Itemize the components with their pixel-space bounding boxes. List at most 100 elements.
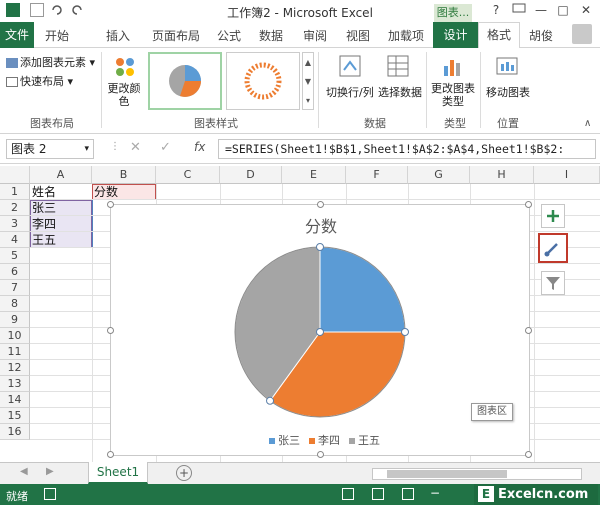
legend-item-1[interactable]: 张三 <box>269 432 300 448</box>
scroll-left-icon[interactable]: ◀ <box>20 466 28 477</box>
row-header[interactable]: 7 <box>0 280 30 296</box>
tab-page-layout[interactable]: 页面布局 <box>152 27 200 44</box>
tab-file[interactable]: 文件 <box>0 22 34 48</box>
row-header[interactable]: 8 <box>0 296 30 312</box>
row-header[interactable]: 4 <box>0 232 30 248</box>
ribbon-display-button[interactable] <box>509 2 529 18</box>
series-selection-handle[interactable] <box>316 243 324 251</box>
add-chart-element-button[interactable]: 添加图表元素 ▾ <box>6 54 95 70</box>
column-header-i[interactable]: I <box>534 166 600 184</box>
column-header-f[interactable]: F <box>346 166 408 184</box>
enter-icon[interactable]: ✓ <box>160 140 171 155</box>
row-header[interactable]: 2 <box>0 200 30 216</box>
page-layout-view-icon[interactable] <box>372 488 384 500</box>
close-button[interactable]: ✕ <box>576 2 596 18</box>
column-header-e[interactable]: E <box>282 166 346 184</box>
series-selection-handle[interactable] <box>316 328 324 336</box>
cell-a2[interactable]: 张三 <box>30 200 92 216</box>
insert-function-icon[interactable]: fx <box>194 140 205 154</box>
save-icon[interactable] <box>30 3 44 17</box>
collapse-ribbon-icon[interactable]: ∧ <box>584 118 591 129</box>
change-chart-type-icon[interactable] <box>441 54 465 78</box>
row-header[interactable]: 5 <box>0 248 30 264</box>
tab-design[interactable]: 设计 <box>433 22 478 48</box>
formula-input[interactable]: =SERIES(Sheet1!$B$1,Sheet1!$A$2:$A$4,She… <box>218 139 596 159</box>
series-selection-handle[interactable] <box>266 396 275 405</box>
column-header-g[interactable]: G <box>408 166 470 184</box>
scrollbar-thumb[interactable] <box>387 470 507 478</box>
pie-slice[interactable] <box>319 246 406 333</box>
select-data-button[interactable]: 选择数据 <box>378 84 422 100</box>
formula-bar: 图表 2 ▾ ⋮ ✕ ✓ fx =SERIES(Sheet1!$B$1,Sheet… <box>0 134 600 164</box>
chart-object[interactable]: 分数 图表区 张三 李四 王五 <box>107 201 532 458</box>
row-header[interactable]: 6 <box>0 264 30 280</box>
column-header-b[interactable]: B <box>92 166 156 184</box>
scroll-right-icon[interactable]: ▶ <box>46 466 54 477</box>
normal-view-icon[interactable] <box>342 488 354 500</box>
legend-item-3[interactable]: 王五 <box>349 432 380 448</box>
tab-formulas[interactable]: 公式 <box>217 27 241 44</box>
tab-format[interactable]: 格式 <box>478 22 520 48</box>
page-break-view-icon[interactable] <box>402 488 414 500</box>
cell-a3[interactable]: 李四 <box>30 216 92 232</box>
macro-record-icon[interactable] <box>44 488 56 500</box>
move-chart-button[interactable]: 移动图表 <box>486 84 530 100</box>
zoom-out-icon[interactable]: − <box>430 486 440 500</box>
tab-review[interactable]: 审阅 <box>303 27 327 44</box>
row-header[interactable]: 1 <box>0 184 30 200</box>
tab-insert[interactable]: 插入 <box>106 27 130 44</box>
chart-elements-button[interactable] <box>541 204 565 228</box>
watermark-text: Excelcn.com <box>498 487 589 502</box>
cell-a4[interactable]: 王五 <box>30 232 92 248</box>
row-header[interactable]: 16 <box>0 424 30 440</box>
column-header-d[interactable]: D <box>220 166 282 184</box>
tab-home[interactable]: 开始 <box>45 27 69 44</box>
user-name[interactable]: 胡俊 <box>529 27 553 44</box>
row-header[interactable]: 12 <box>0 360 30 376</box>
row-header[interactable]: 3 <box>0 216 30 232</box>
switch-row-column-button[interactable]: 切换行/列 <box>326 84 374 100</box>
cell-b1[interactable]: 分数 <box>92 184 156 200</box>
add-sheet-button[interactable]: + <box>176 465 192 481</box>
chart-style-2[interactable] <box>226 52 300 110</box>
move-chart-icon[interactable] <box>495 54 519 78</box>
legend-item-2[interactable]: 李四 <box>309 432 340 448</box>
tab-data[interactable]: 数据 <box>259 27 283 44</box>
row-header[interactable]: 9 <box>0 312 30 328</box>
palette-icon[interactable] <box>112 54 138 80</box>
row-header[interactable]: 10 <box>0 328 30 344</box>
quick-layout-button[interactable]: 快速布局 ▾ <box>6 73 73 89</box>
gallery-scroll[interactable]: ▲ ▼ ▾ <box>302 52 314 110</box>
name-box[interactable]: 图表 2 ▾ <box>6 139 94 159</box>
chart-styles-button[interactable] <box>538 233 568 263</box>
column-header-a[interactable]: A <box>30 166 92 184</box>
column-header-c[interactable]: C <box>156 166 220 184</box>
row-header[interactable]: 14 <box>0 392 30 408</box>
row-header[interactable]: 11 <box>0 344 30 360</box>
row-header[interactable]: 15 <box>0 408 30 424</box>
tab-addins[interactable]: 加载项 <box>388 27 424 44</box>
horizontal-scrollbar[interactable] <box>372 468 582 480</box>
change-chart-type-button[interactable]: 更改图表类型 <box>431 82 475 108</box>
select-data-icon[interactable] <box>386 54 410 78</box>
pie-plot[interactable] <box>111 205 531 457</box>
change-colors-button[interactable]: 更改颜色 <box>106 82 142 108</box>
row-header[interactable]: 13 <box>0 376 30 392</box>
column-header-h[interactable]: H <box>470 166 534 184</box>
sheet-tab-sheet1[interactable]: Sheet1 <box>88 462 148 484</box>
minimize-button[interactable]: — <box>531 2 551 18</box>
chart-filters-button[interactable] <box>541 271 565 295</box>
chart-style-1[interactable] <box>148 52 222 110</box>
series-selection-handle[interactable] <box>401 328 409 336</box>
cell-a1[interactable]: 姓名 <box>30 184 92 200</box>
cancel-icon[interactable]: ✕ <box>130 140 141 155</box>
undo-icon[interactable] <box>50 3 64 17</box>
ribbon: 添加图表元素 ▾ 快速布局 ▾ 图表布局 更改颜色 ▲ ▼ ▾ 图表样式 切换行/列… <box>0 48 600 134</box>
select-all-corner[interactable] <box>0 166 30 184</box>
help-button[interactable]: ? <box>486 2 506 18</box>
switch-row-column-icon[interactable] <box>338 54 362 78</box>
tab-view[interactable]: 视图 <box>346 27 370 44</box>
avatar[interactable] <box>572 24 592 44</box>
redo-icon[interactable] <box>70 3 84 17</box>
maximize-button[interactable]: □ <box>553 2 573 18</box>
